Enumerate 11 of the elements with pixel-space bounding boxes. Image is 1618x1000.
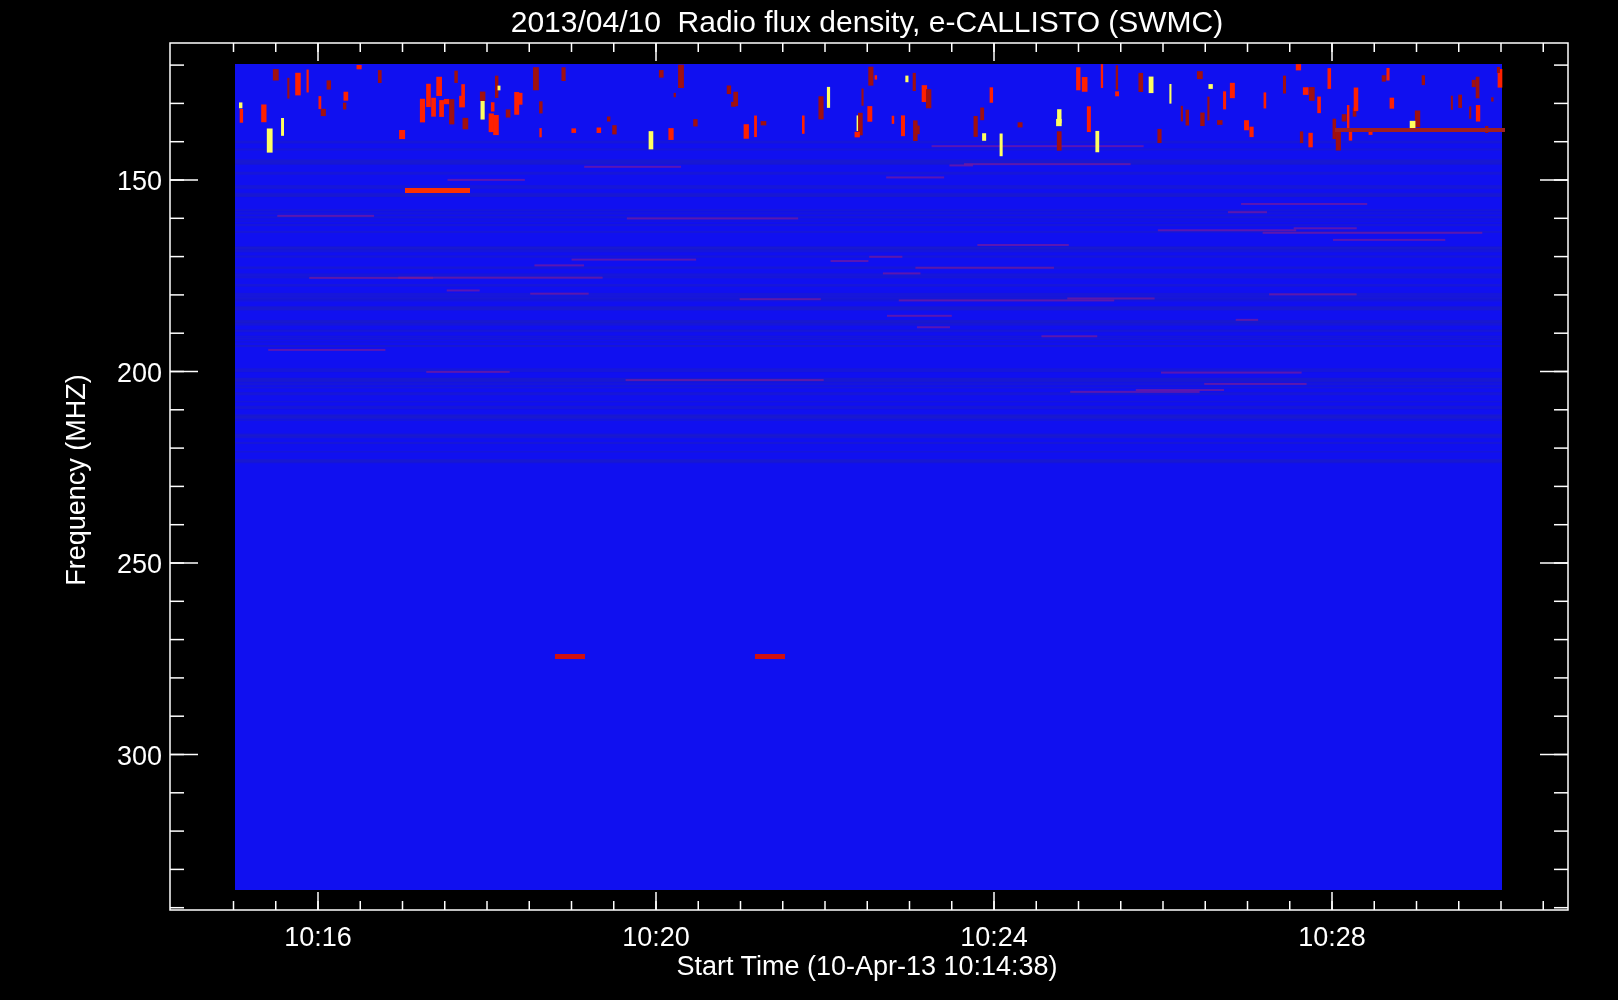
- y-axis-label: Frequency (MHZ): [61, 374, 91, 586]
- x-tick-label: 10:16: [284, 922, 352, 952]
- x-axis-label: Start Time (10-Apr-13 10:14:38): [676, 951, 1058, 981]
- chart-title: 2013/04/10 Radio flux density, e-CALLISTO (SWMC): [510, 5, 1224, 38]
- y-tick-label: 300: [116, 740, 162, 771]
- x-tick-label: 10:24: [960, 922, 1028, 952]
- x-tick-label: 10:28: [1298, 922, 1366, 952]
- y-tick-label: 200: [116, 357, 162, 388]
- y-tick-label: 150: [116, 166, 162, 196]
- x-tick-label: 10:20: [622, 922, 690, 952]
- y-tick-label: 250: [116, 549, 162, 579]
